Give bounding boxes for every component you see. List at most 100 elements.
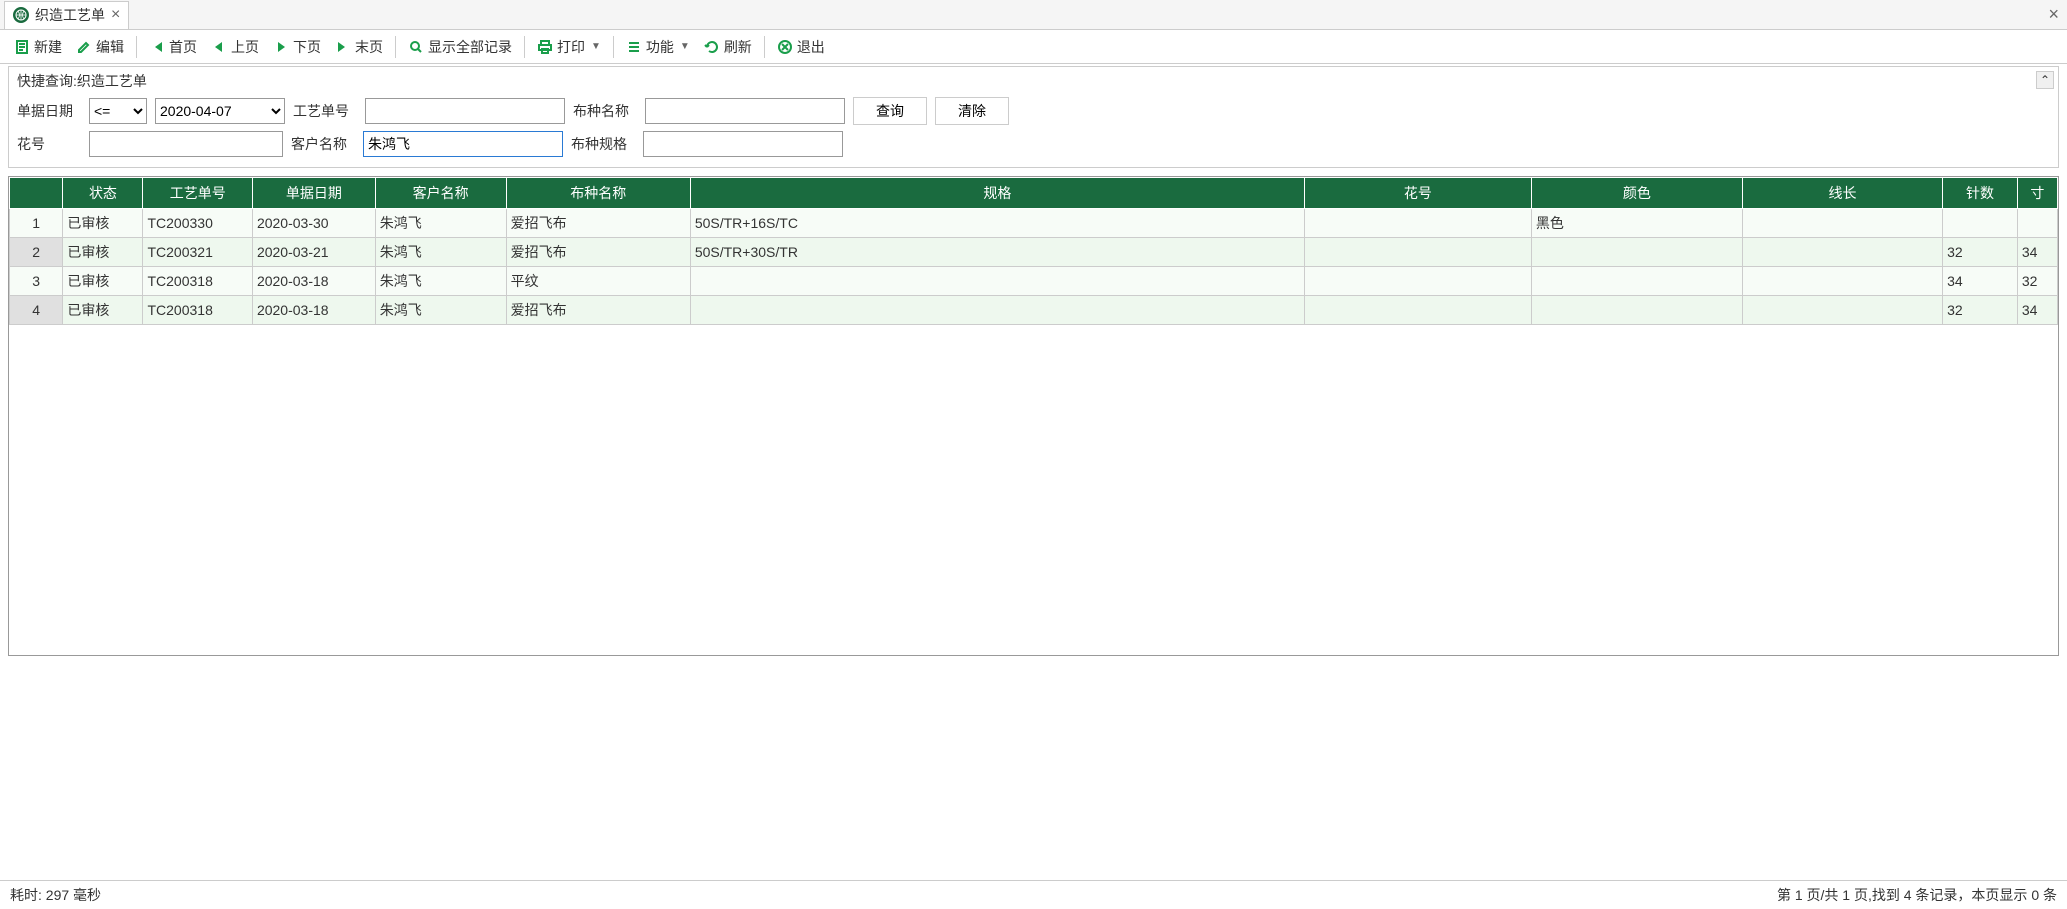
table-cell[interactable] <box>1742 238 1942 267</box>
label-spec: 布种规格 <box>571 134 635 154</box>
refresh-icon <box>704 39 720 55</box>
table-cell[interactable]: 已审核 <box>63 238 143 267</box>
table-cell[interactable]: 32 <box>2017 267 2057 296</box>
header-customer[interactable]: 客户名称 <box>375 178 506 209</box>
label-customer: 客户名称 <box>291 134 355 154</box>
table-cell[interactable]: 黑色 <box>1531 209 1742 238</box>
table-cell[interactable]: 32 <box>1943 296 2018 325</box>
edit-icon <box>76 39 92 55</box>
refresh-button[interactable]: 刷新 <box>698 33 758 61</box>
edit-button[interactable]: 编辑 <box>70 33 130 61</box>
header-spec[interactable]: 规格 <box>690 178 1304 209</box>
clear-button[interactable]: 清除 <box>935 97 1009 125</box>
print-button[interactable]: 打印 ▼ <box>531 33 607 61</box>
table-cell[interactable]: 已审核 <box>63 267 143 296</box>
grid-table: 状态 工艺单号 单据日期 客户名称 布种名称 规格 花号 颜色 线长 针数 寸 … <box>9 177 2058 325</box>
header-status[interactable]: 状态 <box>63 178 143 209</box>
table-cell[interactable]: 2 <box>10 238 63 267</box>
header-flower[interactable]: 花号 <box>1304 178 1531 209</box>
fabric-spec-input[interactable] <box>643 131 843 157</box>
table-cell[interactable]: 已审核 <box>63 296 143 325</box>
table-cell[interactable]: TC200318 <box>143 267 252 296</box>
new-button[interactable]: 新建 <box>8 33 68 61</box>
header-order[interactable]: 工艺单号 <box>143 178 252 209</box>
table-cell[interactable] <box>1943 209 2018 238</box>
header-linelen[interactable]: 线长 <box>1742 178 1942 209</box>
table-cell[interactable]: 4 <box>10 296 63 325</box>
first-page-button[interactable]: 首页 <box>143 33 203 61</box>
table-cell[interactable] <box>2017 209 2057 238</box>
table-cell[interactable]: 50S/TR+30S/TR <box>690 238 1304 267</box>
table-cell[interactable] <box>1531 267 1742 296</box>
date-select[interactable]: 2020-04-07 <box>155 98 285 124</box>
search-button[interactable]: 查询 <box>853 97 927 125</box>
fabric-name-input[interactable] <box>645 98 845 124</box>
order-no-input[interactable] <box>365 98 565 124</box>
table-cell[interactable]: 已审核 <box>63 209 143 238</box>
table-cell[interactable]: 2020-03-21 <box>252 238 375 267</box>
table-cell[interactable] <box>1304 209 1531 238</box>
table-cell[interactable] <box>690 296 1304 325</box>
tab-bar: 织造工艺单 × × <box>0 0 2067 30</box>
table-cell[interactable]: 2020-03-30 <box>252 209 375 238</box>
table-row[interactable]: 1已审核TC2003302020-03-30朱鸿飞爱招飞布50S/TR+16S/… <box>10 209 2058 238</box>
table-cell[interactable] <box>1304 238 1531 267</box>
table-cell[interactable] <box>690 267 1304 296</box>
table-row[interactable]: 4已审核TC2003182020-03-18朱鸿飞爱招飞布 3234 <box>10 296 2058 325</box>
next-page-button[interactable]: 下页 <box>267 33 327 61</box>
table-cell[interactable] <box>1304 296 1531 325</box>
table-cell[interactable] <box>1742 296 1942 325</box>
tab-close-icon[interactable]: × <box>111 7 120 23</box>
table-cell[interactable]: 爱招飞布 <box>506 296 690 325</box>
prev-page-button[interactable]: 上页 <box>205 33 265 61</box>
table-cell[interactable] <box>1531 238 1742 267</box>
table-cell[interactable]: 50S/TR+16S/TC <box>690 209 1304 238</box>
table-cell[interactable]: 34 <box>2017 296 2057 325</box>
show-all-button[interactable]: 显示全部记录 <box>402 33 518 61</box>
query-row-2: 花号 客户名称 布种规格 <box>17 131 2050 157</box>
table-cell[interactable]: 朱鸿飞 <box>375 296 506 325</box>
table-cell[interactable]: 爱招飞布 <box>506 209 690 238</box>
header-color[interactable]: 颜色 <box>1531 178 1742 209</box>
window-close-icon[interactable]: × <box>2048 4 2059 25</box>
table-cell[interactable]: 34 <box>1943 267 2018 296</box>
table-cell[interactable]: TC200318 <box>143 296 252 325</box>
table-cell[interactable]: 34 <box>2017 238 2057 267</box>
table-row[interactable]: 2已审核TC2003212020-03-21朱鸿飞爱招飞布50S/TR+30S/… <box>10 238 2058 267</box>
table-cell[interactable] <box>1531 296 1742 325</box>
table-cell[interactable]: 1 <box>10 209 63 238</box>
table-cell[interactable] <box>1304 267 1531 296</box>
table-cell[interactable] <box>1742 267 1942 296</box>
table-cell[interactable]: 2020-03-18 <box>252 267 375 296</box>
grid-scroll[interactable]: 状态 工艺单号 单据日期 客户名称 布种名称 规格 花号 颜色 线长 针数 寸 … <box>9 177 2058 655</box>
table-cell[interactable]: TC200321 <box>143 238 252 267</box>
table-cell[interactable]: 朱鸿飞 <box>375 238 506 267</box>
table-cell[interactable]: 32 <box>1943 238 2018 267</box>
table-cell[interactable] <box>1742 209 1942 238</box>
function-button[interactable]: 功能 ▼ <box>620 33 696 61</box>
table-cell[interactable]: 朱鸿飞 <box>375 267 506 296</box>
toolbar: 新建 编辑 首页 上页 下页 末页 显示全部记录 <box>0 30 2067 64</box>
collapse-icon[interactable]: ⌃ <box>2036 71 2054 89</box>
print-icon <box>537 39 553 55</box>
header-inch[interactable]: 寸 <box>2017 178 2057 209</box>
exit-button[interactable]: 退出 <box>771 33 831 61</box>
tab-active[interactable]: 织造工艺单 × <box>4 1 129 29</box>
table-cell[interactable]: 3 <box>10 267 63 296</box>
operator-select[interactable]: <= <box>89 98 147 124</box>
header-fabric[interactable]: 布种名称 <box>506 178 690 209</box>
table-cell[interactable]: 朱鸿飞 <box>375 209 506 238</box>
last-page-button[interactable]: 末页 <box>329 33 389 61</box>
status-right: 第 1 页/共 1 页,找到 4 条记录，本页显示 0 条 <box>1777 885 2057 905</box>
table-row[interactable]: 3已审核TC2003182020-03-18朱鸿飞平纹 3432 <box>10 267 2058 296</box>
header-needle[interactable]: 针数 <box>1943 178 2018 209</box>
table-cell[interactable]: 爱招飞布 <box>506 238 690 267</box>
customer-input[interactable] <box>363 131 563 157</box>
flower-no-input[interactable] <box>89 131 283 157</box>
table-cell[interactable]: 平纹 <box>506 267 690 296</box>
grid-header-row: 状态 工艺单号 单据日期 客户名称 布种名称 规格 花号 颜色 线长 针数 寸 <box>10 178 2058 209</box>
table-cell[interactable]: 2020-03-18 <box>252 296 375 325</box>
header-rownum[interactable] <box>10 178 63 209</box>
table-cell[interactable]: TC200330 <box>143 209 252 238</box>
header-date[interactable]: 单据日期 <box>252 178 375 209</box>
